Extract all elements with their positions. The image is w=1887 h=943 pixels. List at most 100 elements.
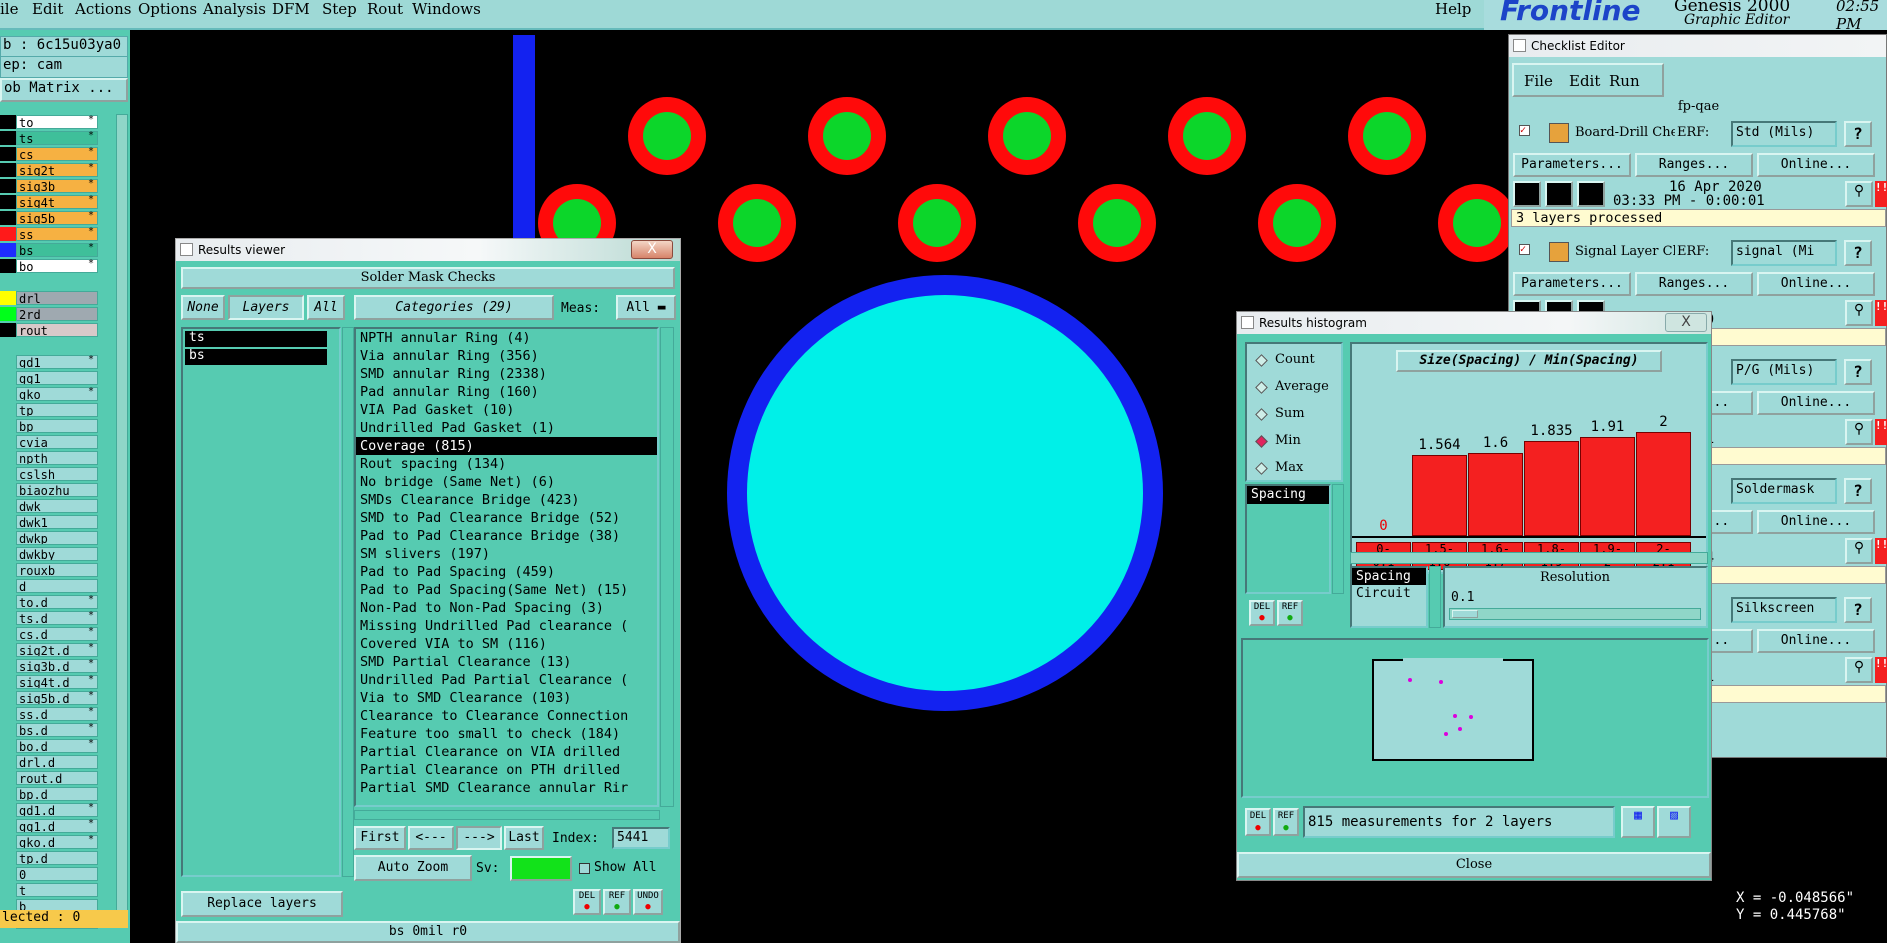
category-list-scrollbar[interactable] xyxy=(660,327,674,807)
list-item[interactable]: Rout spacing (134) xyxy=(356,455,657,473)
list-item[interactable]: Undrilled Pad Gasket (1) xyxy=(356,419,657,437)
layer-row[interactable]: cslsh xyxy=(0,466,116,482)
layer-row[interactable]: bo * xyxy=(0,258,116,274)
action-checkbox[interactable]: ✓ xyxy=(1519,244,1530,255)
layer-name[interactable]: to xyxy=(16,115,98,129)
layer-color-swatch[interactable] xyxy=(0,259,16,273)
layer-row[interactable]: d xyxy=(0,578,116,594)
last-button[interactable]: Last xyxy=(504,826,544,850)
layer-row[interactable]: 0 xyxy=(0,866,116,882)
zoom-fit-icon[interactable]: ▦ xyxy=(1621,806,1655,838)
layer-color-swatch[interactable] xyxy=(0,547,16,561)
layer-color-swatch[interactable] xyxy=(0,707,16,721)
layer-row[interactable]: biaozhu xyxy=(0,482,116,498)
help-button[interactable]: ? xyxy=(1844,597,1872,623)
layer-row[interactable]: rout.d xyxy=(0,770,116,786)
list-item[interactable]: Non-Pad to Non-Pad Spacing (3) xyxy=(356,599,657,617)
close-icon[interactable]: X xyxy=(631,240,673,259)
layer-row[interactable]: dwkp xyxy=(0,530,116,546)
layer-name[interactable]: rouxb xyxy=(16,563,98,577)
layer-name[interactable]: gd1.d xyxy=(16,803,98,817)
layer-color-swatch[interactable] xyxy=(0,499,16,513)
online-button[interactable]: Online... xyxy=(1757,391,1875,415)
list-item[interactable]: SMD to Pad Clearance Bridge (52) xyxy=(356,509,657,527)
layers-button[interactable]: Layers xyxy=(228,295,304,320)
layer-name[interactable]: sig4t.d xyxy=(16,675,98,689)
layer-color-swatch[interactable] xyxy=(0,227,16,241)
list-item[interactable]: Coverage (815) xyxy=(356,437,657,455)
hist-del-button[interactable]: DEL ● xyxy=(1249,600,1275,626)
list-item[interactable]: Spacing xyxy=(1247,486,1329,504)
layer-row[interactable]: bo.d * xyxy=(0,738,116,754)
layer-name[interactable]: sig5b xyxy=(16,211,98,225)
help-button[interactable]: ? xyxy=(1844,359,1872,385)
layer-row[interactable]: bp.d xyxy=(0,786,116,802)
list-item[interactable]: VIA Pad Gasket (10) xyxy=(356,401,657,419)
checklist-menu-edit[interactable]: Edit xyxy=(1569,72,1600,90)
show-all-checkbox[interactable] xyxy=(579,863,590,874)
layer-row[interactable]: sig2t * xyxy=(0,162,116,178)
layer-name[interactable]: npth xyxy=(16,451,98,465)
histogram-bar[interactable] xyxy=(1412,455,1467,536)
erf-field[interactable]: signal (Mi xyxy=(1731,240,1837,266)
list-item[interactable]: Via annular Ring (356) xyxy=(356,347,657,365)
erf-field[interactable]: Silkscreen xyxy=(1731,597,1837,623)
layer-color-swatch[interactable] xyxy=(0,291,16,305)
run-icon[interactable] xyxy=(1577,181,1605,207)
resolution-slider[interactable] xyxy=(1449,608,1701,620)
list-item[interactable]: SM slivers (197) xyxy=(356,545,657,563)
layer-name[interactable]: tp.d xyxy=(16,851,98,865)
layer-name[interactable]: drl xyxy=(16,291,98,305)
checklist-editor-titlebar[interactable]: Checklist Editor xyxy=(1509,35,1886,57)
layer-row[interactable]: tp.d xyxy=(0,850,116,866)
layer-name[interactable]: ss.d xyxy=(16,707,98,721)
histogram-close-button[interactable]: Close xyxy=(1237,852,1711,878)
layer-color-swatch[interactable] xyxy=(0,723,16,737)
layer-list-scrollbar[interactable] xyxy=(342,327,354,877)
ref-button[interactable]: REF ● xyxy=(603,889,631,915)
layer-color-swatch[interactable] xyxy=(0,643,16,657)
layer-name[interactable]: dwk1 xyxy=(16,515,98,529)
zoom-icon[interactable]: ⚲ xyxy=(1845,657,1873,683)
layer-color-swatch[interactable] xyxy=(0,403,16,417)
option-list[interactable]: Spacing Circuit xyxy=(1350,566,1428,628)
list-item[interactable]: SMD annular Ring (2338) xyxy=(356,365,657,383)
option-spacing[interactable]: Spacing xyxy=(1352,568,1426,585)
first-button[interactable]: First xyxy=(354,826,406,850)
menu-windows[interactable]: Windows xyxy=(412,0,481,18)
layer-name[interactable]: biaozhu xyxy=(16,483,98,497)
mode-radio-sum[interactable] xyxy=(1255,408,1268,421)
menu-options[interactable]: Options xyxy=(138,0,197,18)
layer-name[interactable]: cslsh xyxy=(16,467,98,481)
layer-name[interactable]: dwkp xyxy=(16,531,98,545)
layer-color-swatch[interactable] xyxy=(0,211,16,225)
layer-color-swatch[interactable] xyxy=(0,355,16,369)
layer-name[interactable]: ts xyxy=(16,131,98,145)
layer-name[interactable]: cvia xyxy=(16,435,98,449)
layer-color-swatch[interactable] xyxy=(0,515,16,529)
layer-name[interactable]: 2rd xyxy=(16,307,98,321)
layer-color-swatch[interactable] xyxy=(0,467,16,481)
preview-del-button[interactable]: DEL ● xyxy=(1245,808,1271,836)
layer-color-swatch[interactable] xyxy=(0,803,16,817)
layer-name[interactable]: gko xyxy=(16,387,98,401)
zoom-select-icon[interactable]: ▨ xyxy=(1657,806,1691,838)
help-button[interactable]: ? xyxy=(1844,478,1872,504)
layer-name[interactable]: bs xyxy=(16,243,98,257)
categories-button[interactable]: Categories (29) xyxy=(354,295,554,320)
preview-ref-button[interactable]: REF ● xyxy=(1273,808,1299,836)
list-item[interactable]: No bridge (Same Net) (6) xyxy=(356,473,657,491)
layer-color-swatch[interactable] xyxy=(0,659,16,673)
layer-name[interactable] xyxy=(16,275,98,289)
layer-row[interactable]: sig2t.d * xyxy=(0,642,116,658)
menu-rout[interactable]: Rout xyxy=(367,0,403,18)
layer-row[interactable]: bs.d * xyxy=(0,722,116,738)
list-item[interactable]: Partial Clearance on PTH drilled xyxy=(356,761,657,779)
list-item[interactable]: bs xyxy=(185,349,327,365)
layer-row[interactable]: tp xyxy=(0,402,116,418)
layer-color-swatch[interactable] xyxy=(0,371,16,385)
help-button[interactable]: ? xyxy=(1844,121,1872,147)
erf-field[interactable]: Std (Mils) xyxy=(1731,121,1837,147)
layer-row[interactable]: npth xyxy=(0,450,116,466)
board-preview[interactable] xyxy=(1243,640,1707,796)
